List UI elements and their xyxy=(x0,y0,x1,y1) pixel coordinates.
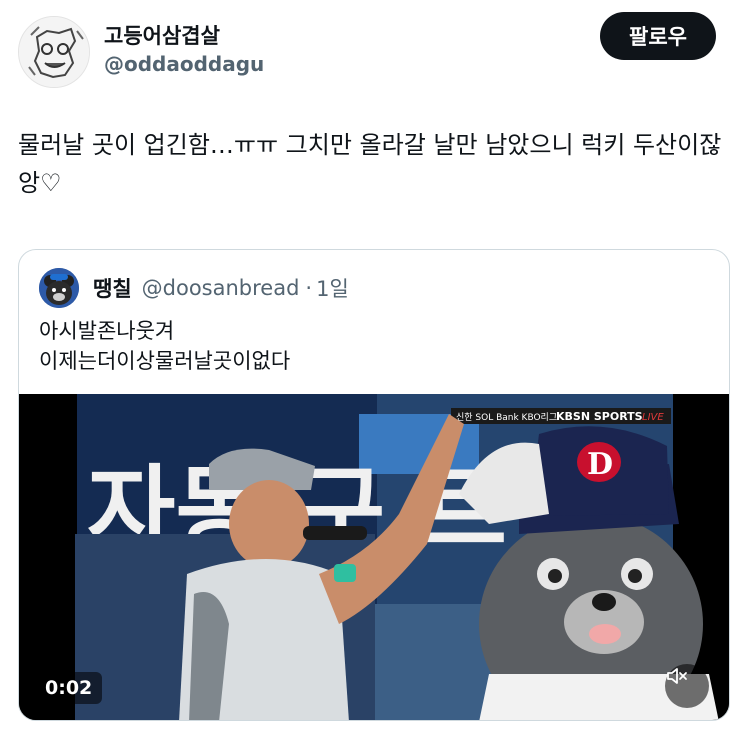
mascot-cap-letter: D xyxy=(587,447,613,482)
quoted-author-display-name[interactable]: 땡칠 xyxy=(93,273,132,303)
quoted-author-handle[interactable]: @doosanbread xyxy=(142,276,300,300)
video-duration: 0:02 xyxy=(35,672,103,704)
quoted-tweet-time[interactable]: 1일 xyxy=(316,273,349,303)
quoted-author-avatar[interactable] xyxy=(39,268,79,308)
mute-button[interactable] xyxy=(665,664,709,708)
live-label: LIVE xyxy=(642,412,664,423)
author-avatar[interactable] xyxy=(18,16,90,88)
tweet-text: 물러날 곳이 업긴함…ㅠㅠ 그치만 올라갈 날만 남았으니 럭키 두산이잖앙♡ xyxy=(18,131,722,197)
quoted-tweet-card[interactable]: 땡칠 @doosanbread · 1일 아시발존나웃겨 이제는더이상물러날곳이… xyxy=(18,249,730,721)
quoted-text-line-1: 아시발존나웃겨 xyxy=(39,319,175,343)
quoted-tweet-header: 땡칠 @doosanbread · 1일 xyxy=(39,268,349,308)
doodle-avatar-icon xyxy=(19,17,89,87)
quoted-tweet-text: 아시발존나웃겨 이제는더이상물러날곳이없다 xyxy=(39,316,709,376)
tweet-header: 고등어삼겹살 @oddaoddagu 팔로우 xyxy=(18,12,716,88)
quoted-text-line-2: 이제는더이상물러날곳이없다 xyxy=(39,349,291,373)
speaker-muted-icon xyxy=(667,668,687,684)
video-player[interactable]: 자동 구 르 신한 SOL Bank KBO리그 KBSN SPORTS LIV… xyxy=(19,394,729,720)
follow-button[interactable]: 팔로우 xyxy=(600,12,716,60)
dot-separator: · xyxy=(305,276,313,300)
author-handle[interactable]: @oddaoddagu xyxy=(104,50,264,78)
video-frame: 자동 구 르 신한 SOL Bank KBO리그 KBSN SPORTS LIV… xyxy=(19,394,729,720)
sponsor-text: 신한 SOL Bank KBO리그 xyxy=(456,412,557,423)
author-display-name[interactable]: 고등어삼겹살 xyxy=(104,22,264,50)
broadcast-logo: KBSN SPORTS xyxy=(556,410,643,423)
bear-mascot-avatar-icon xyxy=(39,268,79,308)
